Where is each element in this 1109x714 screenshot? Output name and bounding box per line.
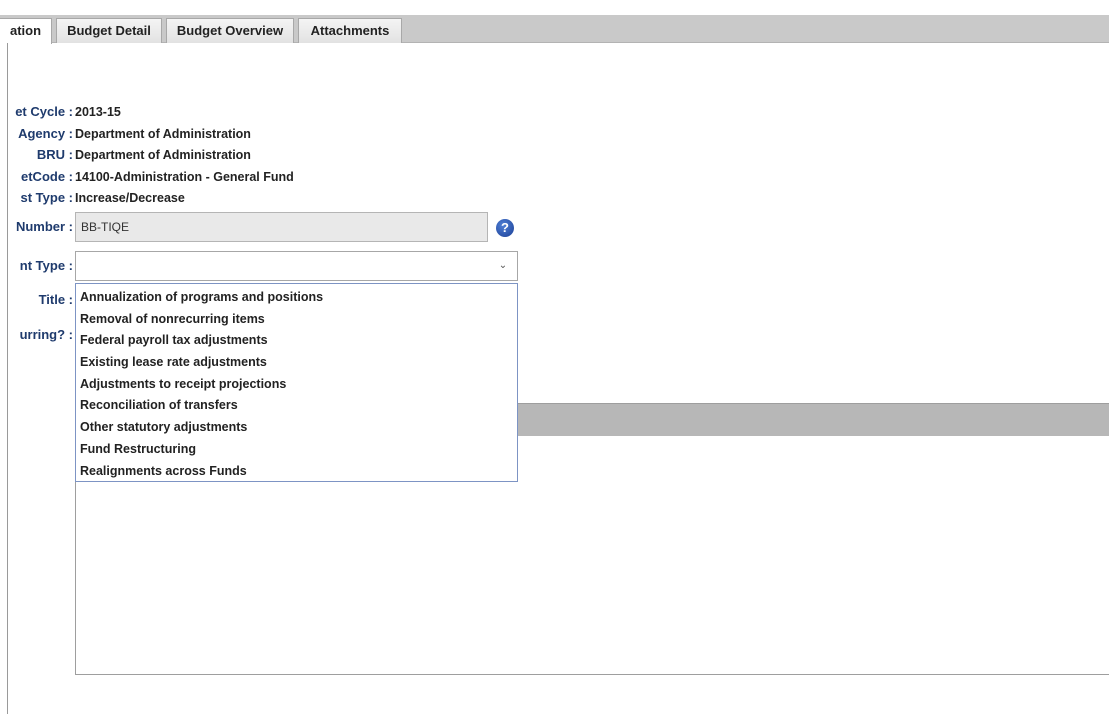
cycle-label: et Cycle : [15,104,73,119]
agency-label: Agency : [18,126,73,141]
request-type-label: st Type : [20,190,74,205]
dropdown-option[interactable]: Reconciliation of transfers [76,395,517,417]
budget-code-label: etCode : [21,169,73,184]
dropdown-option[interactable]: Federal payroll tax adjustments [76,330,517,352]
chevron-down-icon[interactable]: ⌄ [493,256,513,276]
bru-label: BRU : [36,147,73,162]
tab-information[interactable]: ation [0,18,52,44]
number-field[interactable]: BB-TIQE [75,212,488,242]
question-circle-icon[interactable]: ? [496,219,514,237]
recurring-label: urring? : [19,327,73,342]
dropdown-option[interactable]: Fund Restructuring [76,439,517,461]
dropdown-option[interactable]: Annualization of programs and positions [76,287,517,309]
bru-row: BRU : Department of Administration [0,145,1109,165]
budget-code-value: 14100-Administration - General Fund [75,170,294,184]
cycle-row: et Cycle : 2013-15 [0,102,1109,122]
tab-strip: ation Budget Detail Budget Overview Atta… [0,15,1109,44]
budget-request-form: ation Budget Detail Budget Overview Atta… [0,0,1109,714]
agency-row: Agency : Department of Administration [0,124,1109,144]
bru-value: Department of Administration [75,148,251,162]
dropdown-option[interactable]: Other statutory adjustments [76,417,517,439]
number-label: Number : [15,219,73,234]
agency-value: Department of Administration [75,127,251,141]
request-type-row: st Type : Increase/Decrease [0,188,1109,208]
adjustment-type-label: nt Type : [19,258,73,273]
tab-attachments[interactable]: Attachments [298,18,402,43]
tab-budget-detail[interactable]: Budget Detail [56,18,162,43]
dropdown-option[interactable]: Realignments across Funds [76,461,517,483]
request-type-value: Increase/Decrease [75,191,185,205]
budget-code-row: etCode : 14100-Administration - General … [0,167,1109,187]
adjustment-type-select[interactable]: ⌄ [75,251,518,281]
tab-budget-overview[interactable]: Budget Overview [166,18,294,43]
dropdown-option[interactable]: Existing lease rate adjustments [76,352,517,374]
dropdown-option[interactable]: Adjustments to receipt projections [76,374,517,396]
cycle-value: 2013-15 [75,105,121,119]
dropdown-option[interactable]: Removal of nonrecurring items [76,309,517,331]
adjustment-type-dropdown-list: Annualization of programs and positions … [75,283,518,482]
title-label: Title : [38,292,73,307]
